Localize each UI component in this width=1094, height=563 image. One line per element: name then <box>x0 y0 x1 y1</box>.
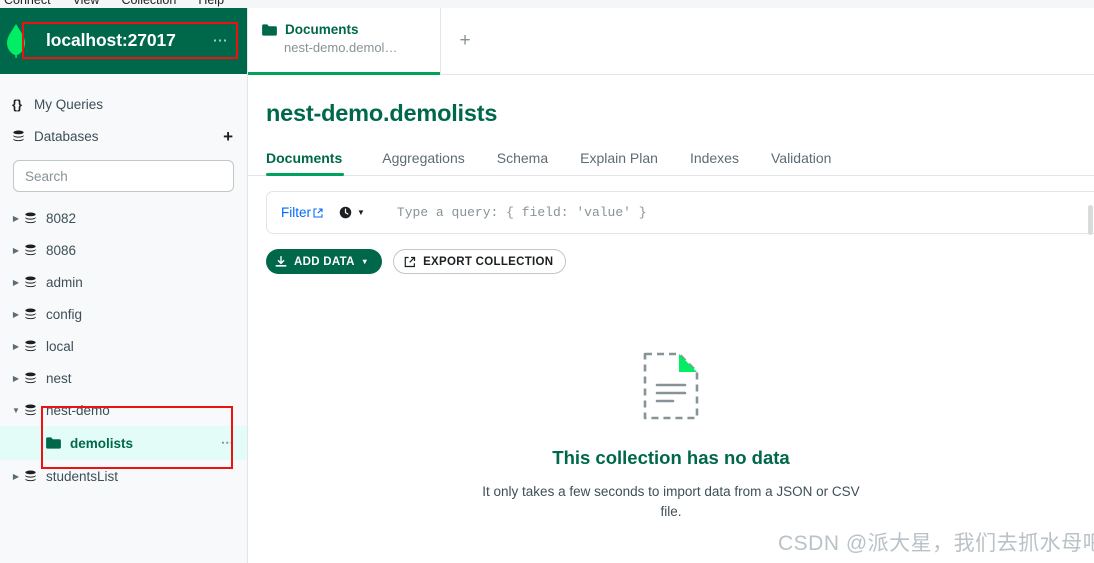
database-name: config <box>46 306 83 322</box>
add-data-label: ADD DATA <box>294 255 355 268</box>
database-name: 8082 <box>46 210 77 226</box>
filter-label-text: Filter <box>281 205 311 220</box>
sidebar: localhost:27017 ⋯ {} My Queries Database… <box>0 8 248 563</box>
app-menubar: Connect View Collection Help <box>0 0 1094 8</box>
export-collection-button[interactable]: EXPORT COLLECTION <box>393 249 567 274</box>
sidebar-item-databases[interactable]: Databases + <box>0 120 247 152</box>
menu-item-view[interactable]: View <box>73 0 100 7</box>
database-row-8086[interactable]: ▶ 8086 <box>0 234 247 266</box>
page-title: nest-demo.demolists <box>266 100 498 126</box>
database-icon <box>24 470 46 483</box>
external-link-icon[interactable] <box>313 207 323 218</box>
chevron-down-icon[interactable]: ▾ <box>363 257 367 266</box>
sidebar-connection-header: localhost:27017 ⋯ <box>0 8 247 74</box>
query-bar-scrollbar[interactable] <box>1088 205 1093 235</box>
menu-item-collection[interactable]: Collection <box>121 0 176 7</box>
tab-explain-plan[interactable]: Explain Plan <box>564 150 674 175</box>
folder-icon <box>262 23 277 36</box>
database-icon <box>24 212 46 225</box>
sidebar-nav: {} My Queries Databases + <box>0 74 247 152</box>
empty-document-icon <box>643 352 699 420</box>
collection-toolbar: ADD DATA ▾ EXPORT COLLECTION <box>248 234 1094 274</box>
chevron-right-icon[interactable]: ▶ <box>8 246 24 255</box>
database-row-local[interactable]: ▶ local <box>0 330 247 362</box>
empty-state: This collection has no data It only take… <box>248 352 1094 521</box>
sidebar-item-my-queries[interactable]: {} My Queries <box>0 88 247 120</box>
tab-aggregations[interactable]: Aggregations <box>366 150 481 175</box>
empty-state-title: This collection has no data <box>552 447 790 468</box>
chevron-right-icon[interactable]: ▶ <box>8 310 24 319</box>
database-icon <box>24 308 46 321</box>
menu-item-help[interactable]: Help <box>198 0 224 7</box>
chevron-right-icon[interactable]: ▶ <box>8 342 24 351</box>
braces-icon: {} <box>12 96 23 112</box>
database-name: admin <box>46 274 83 290</box>
database-row-8082[interactable]: ▶ 8082 <box>0 202 247 234</box>
database-icon <box>24 276 46 289</box>
database-list: ▶ 8082 ▶ 8086 ▶ admin ▶ config ▶ local ▶… <box>0 198 247 492</box>
tabbar-filler <box>489 8 1094 74</box>
query-input[interactable] <box>396 205 1094 220</box>
tab-validation[interactable]: Validation <box>755 150 847 175</box>
add-data-button[interactable]: ADD DATA ▾ <box>266 249 383 274</box>
database-name: studentsList <box>46 468 119 484</box>
sidebar-search-container <box>0 152 247 198</box>
database-row-nest-demo[interactable]: ▼ nest-demo <box>0 394 247 426</box>
chevron-right-icon[interactable]: ▶ <box>8 472 24 481</box>
database-icon <box>24 244 46 257</box>
database-row-nest[interactable]: ▶ nest <box>0 362 247 394</box>
menu-item-connect[interactable]: Connect <box>4 0 51 7</box>
chevron-down-icon[interactable]: ▼ <box>8 406 24 415</box>
query-bar: Filter ▼ <box>266 191 1094 234</box>
chevron-right-icon[interactable]: ▶ <box>8 278 24 287</box>
database-name: local <box>46 338 74 354</box>
import-icon <box>275 255 287 268</box>
tab-indexes[interactable]: Indexes <box>674 150 755 175</box>
filter-label[interactable]: Filter <box>281 205 323 220</box>
collection-overflow-icon[interactable]: ⋯ <box>221 436 235 450</box>
workspace-tab-title: Documents <box>285 22 359 37</box>
chevron-right-icon[interactable]: ▶ <box>8 214 24 223</box>
collection-row-demolists[interactable]: demolists ⋯ <box>0 426 247 460</box>
database-name: 8086 <box>46 242 77 258</box>
query-history-icon[interactable]: ▼ <box>339 206 365 219</box>
connection-name: localhost:27017 <box>46 30 176 50</box>
export-collection-label: EXPORT COLLECTION <box>423 255 554 268</box>
connection-overflow-icon[interactable]: ⋯ <box>213 33 230 48</box>
tab-documents[interactable]: Documents <box>266 150 358 176</box>
tab-schema[interactable]: Schema <box>481 150 564 175</box>
folder-icon <box>46 437 61 449</box>
workspace-tab-documents[interactable]: Documents nest-demo.demol… <box>248 8 441 75</box>
database-icon <box>24 372 46 385</box>
database-row-admin[interactable]: ▶ admin <box>0 266 247 298</box>
database-icon <box>24 340 46 353</box>
collection-name: demolists <box>70 435 134 451</box>
database-icon <box>24 404 46 417</box>
chevron-down-icon[interactable]: ▼ <box>357 208 365 217</box>
main-content: Documents nest-demo.demol… + nest-demo.d… <box>248 8 1094 563</box>
database-name: nest <box>46 370 72 386</box>
empty-state-subtitle: It only takes a few seconds to import da… <box>482 484 860 519</box>
workspace-tabbar: Documents nest-demo.demol… + <box>248 8 1094 75</box>
database-icon <box>12 130 34 143</box>
add-database-icon[interactable]: + <box>223 128 233 145</box>
collection-tabs: Documents Aggregations Schema Explain Pl… <box>248 150 1094 176</box>
database-row-studentsList[interactable]: ▶ studentsList <box>0 460 247 492</box>
database-row-config[interactable]: ▶ config <box>0 298 247 330</box>
sidebar-item-label-databases: Databases <box>34 128 99 144</box>
sidebar-item-label-my-queries: My Queries <box>34 96 104 112</box>
new-tab-button[interactable]: + <box>441 8 489 74</box>
connection-button[interactable]: localhost:27017 ⋯ <box>32 25 239 57</box>
mongodb-compass-window: Connect View Collection Help localhost:2… <box>0 0 1094 563</box>
export-icon <box>404 256 416 268</box>
query-bar-container: Filter ▼ <box>248 176 1094 235</box>
mongodb-leaf-icon <box>7 24 25 58</box>
database-name: nest-demo <box>46 402 110 418</box>
workspace-tab-subtitle: nest-demo.demol… <box>284 40 398 55</box>
chevron-right-icon[interactable]: ▶ <box>8 374 24 383</box>
search-input[interactable] <box>13 160 234 192</box>
